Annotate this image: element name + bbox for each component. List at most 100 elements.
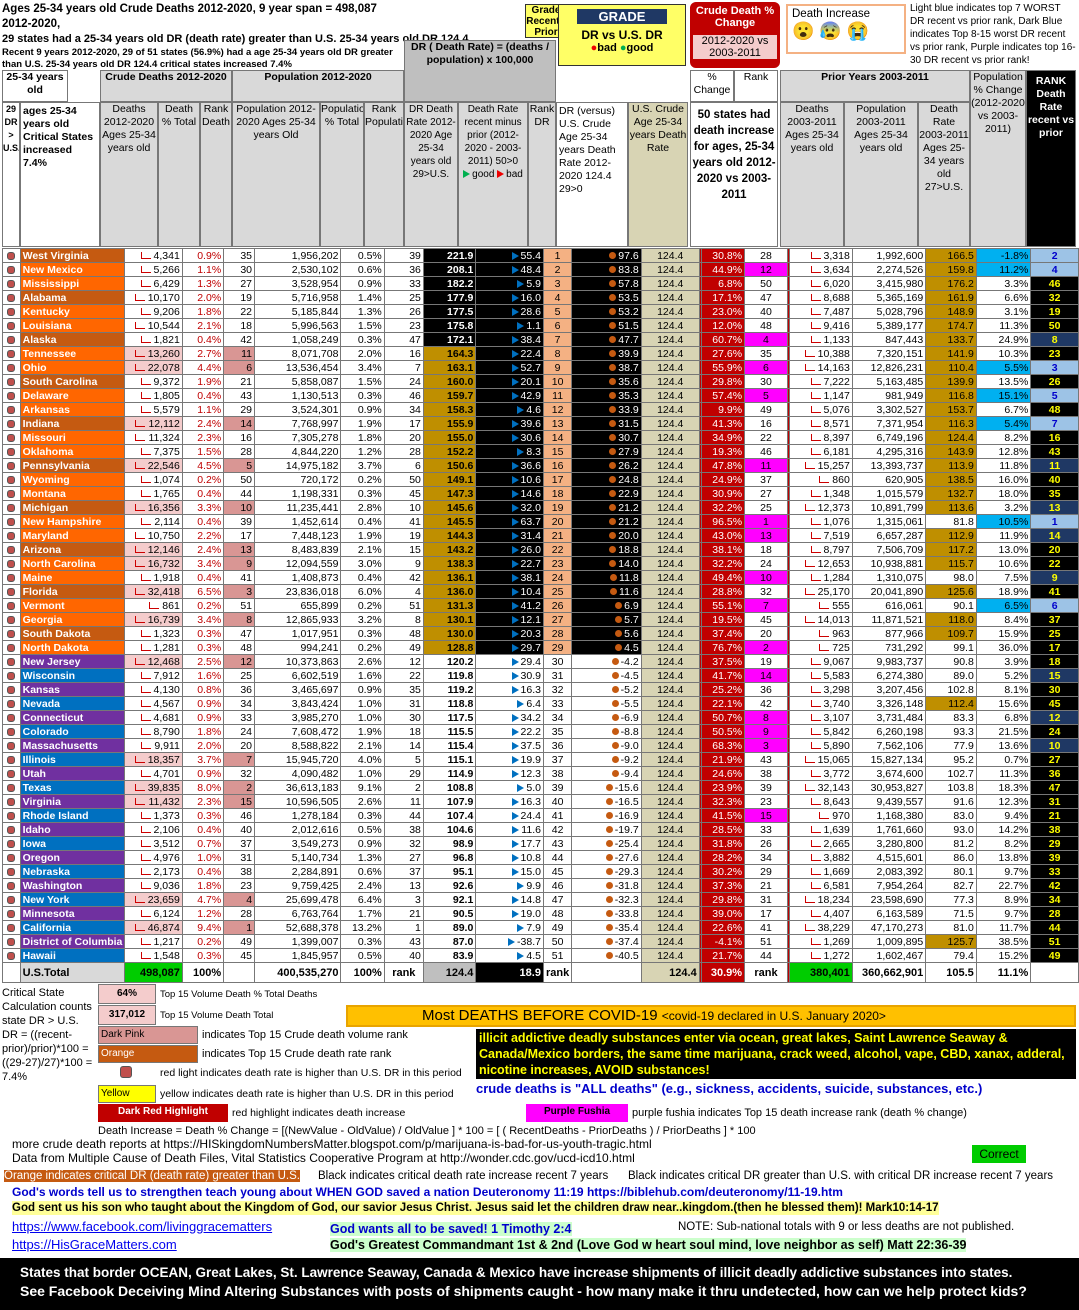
cell-death-pct: 9.4% xyxy=(181,920,225,935)
cell-prior-dr: 109.7 xyxy=(925,626,977,641)
cell-text: 41.2 xyxy=(520,599,541,612)
cell-text: 124.4 xyxy=(657,921,684,934)
cell-text: 29.8% xyxy=(712,375,743,388)
cell-text: 0.9% xyxy=(357,683,382,696)
table-row: Illinois 18,357 3.7% 7 15,945,720 4.0% 5 115.1 1… xyxy=(2,752,1079,767)
hisgrace-link[interactable]: https://HisGraceMatters.com xyxy=(12,1238,177,1252)
cell-us-rate: 124.4 xyxy=(640,766,700,781)
cell-rank-death: 25 xyxy=(223,668,256,683)
sparkline-icon xyxy=(140,854,151,862)
cell-text: 10.6% xyxy=(998,557,1029,570)
legend-orange: Orange xyxy=(98,1045,198,1063)
cell-text: 2.0% xyxy=(197,291,222,304)
cell-deaths: 1,548 xyxy=(124,948,183,963)
cell-rank-dr: 1 xyxy=(542,248,573,263)
cell-state-name: South Carolina xyxy=(19,374,126,389)
cell-text: 8,790 xyxy=(153,725,180,738)
cell-text: 5 xyxy=(554,305,561,318)
cell-us-rate: 124.4 xyxy=(640,626,700,641)
cell-death-pct: 1.8% xyxy=(181,724,225,739)
cell-prior-pop: 6,260,198 xyxy=(851,724,927,739)
cell-text: 4 xyxy=(1051,263,1058,276)
cell-prior-deaths: 8,571 xyxy=(788,416,853,431)
cell-text: 29 xyxy=(551,641,564,654)
cell-text: 10.4 xyxy=(520,585,541,598)
sparkline-icon xyxy=(140,630,151,638)
cell-text: 49 xyxy=(551,921,564,934)
facebook-link[interactable]: https://www.facebook.com/livinggracematt… xyxy=(12,1220,272,1234)
cell-text: 42 xyxy=(551,823,564,836)
table-row: Virginia 11,432 2.3% 15 10,596,505 2.6% 11 107.… xyxy=(2,794,1079,809)
cell-rank-death: 50 xyxy=(223,472,256,487)
cell-deaths: 6,124 xyxy=(124,906,183,921)
commandment-note: God's Greatest Commandmant 1st & 2nd (Lo… xyxy=(330,1238,967,1252)
cell-pop-pct: 0.3% xyxy=(340,388,385,403)
cell-text: 1,017,951 xyxy=(291,627,339,640)
cell-population: 3,465,697 xyxy=(254,682,342,697)
cell-text: 1.3% xyxy=(357,851,382,864)
cell-text: 8,588,822 xyxy=(291,739,339,752)
cell-text: 35.3 xyxy=(618,389,639,402)
cell-text: 10.5% xyxy=(998,515,1029,528)
cell-deaths: 7,912 xyxy=(124,668,183,683)
table-row: Maryland 10,750 2.2% 17 7,448,123 1.9% 19 144.3… xyxy=(2,528,1079,543)
cell-rank-dr: 50 xyxy=(542,934,573,949)
cell-prior-deaths: 38,229 xyxy=(788,920,853,935)
cell-text: 50.5% xyxy=(712,725,743,738)
cell-deaths: 2,114 xyxy=(124,514,183,529)
grade-dot-icon xyxy=(609,252,617,260)
cell-text: -33.8 xyxy=(614,907,639,920)
cell-text: 38 xyxy=(551,767,564,780)
cell-prior-pop: 15,827,134 xyxy=(851,752,927,767)
cell-text: -5.2 xyxy=(620,683,639,696)
cell-dr-change: 10.4 xyxy=(475,584,544,599)
cell-text: 124.4 xyxy=(657,879,684,892)
cell-text: 32 xyxy=(760,585,772,598)
cell-text: 22 xyxy=(409,669,421,682)
cell-rank-dr: 26 xyxy=(542,598,573,613)
cell-dr: 130.0 xyxy=(422,626,477,641)
cell-death-pct: 0.2% xyxy=(181,598,225,613)
cell-dr-change: 22.7 xyxy=(475,556,544,571)
cell-dr: 136.0 xyxy=(422,584,477,599)
cell-text: 20 xyxy=(760,627,772,640)
cell-rank-pop: 4 xyxy=(383,584,424,599)
cell-text: 13.2% xyxy=(351,921,382,934)
cell-state-name: Louisiana xyxy=(19,318,126,333)
cell-text: 19 xyxy=(240,291,253,304)
cell-pct-change: 12.0% xyxy=(700,318,746,333)
cell-text: 24.4 xyxy=(520,809,541,822)
cell-text: 4,341 xyxy=(153,249,180,262)
cell-death-pct: 8.0% xyxy=(181,780,225,795)
cell-death-pct: 1.1% xyxy=(181,262,225,277)
red-light-icon xyxy=(7,349,16,358)
sparkline-icon xyxy=(810,434,821,442)
cell-rank-pop: 10 xyxy=(383,500,424,515)
data-source-link[interactable]: Data from Multiple Cause of Death Files,… xyxy=(12,1151,635,1165)
cell-death-pct: 1.5% xyxy=(181,444,225,459)
cell-text: 16.3 xyxy=(520,795,541,808)
cell-text: 4,681 xyxy=(153,711,180,724)
cell-text: 2,284,891 xyxy=(291,865,339,878)
cell-rank-death: 37 xyxy=(223,836,256,851)
cell-dr-change: 55.4 xyxy=(475,248,544,263)
cell-prior-pop: 23,598,690 xyxy=(851,892,927,907)
cell-rank-change: 27 xyxy=(744,486,788,501)
cell-dr-vs-us: 20.0 xyxy=(571,528,642,543)
cell-pop-change: 8.2% xyxy=(975,836,1032,851)
cell-crit-icon xyxy=(2,444,21,459)
table-row: Georgia 16,739 3.4% 8 12,865,933 3.2% 8 130.1 12… xyxy=(2,612,1079,627)
sparkline-icon xyxy=(140,308,151,316)
cell-death-pct: 0.3% xyxy=(181,948,225,963)
flag-icon xyxy=(511,839,519,848)
cell-rank-change: 16 xyxy=(744,416,788,431)
cell-text: 136.1 xyxy=(447,571,474,584)
cell-prior-pop: 1,992,600 xyxy=(851,248,927,263)
sparkline-icon xyxy=(810,952,821,960)
cell-population: 15,945,720 xyxy=(254,752,342,767)
cell-text: 9 xyxy=(554,361,561,374)
cell-text: 22.9 xyxy=(618,487,639,500)
more-reports-link[interactable]: more crude death reports at https://HISk… xyxy=(12,1137,652,1151)
red-light-icon xyxy=(7,405,16,414)
cell-text: 8,571 xyxy=(823,417,850,430)
